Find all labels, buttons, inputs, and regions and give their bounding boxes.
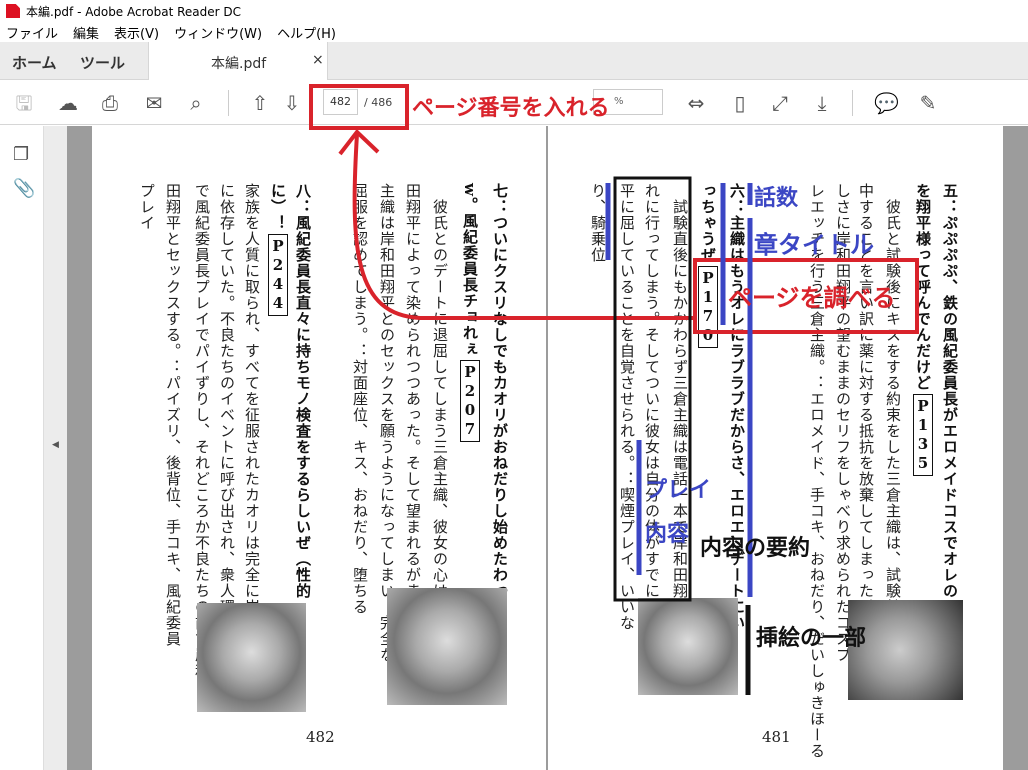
enter-page-annotation: ページ番号を入れる — [412, 96, 610, 121]
check-page-annotation: ページを調べる — [728, 284, 896, 312]
chapter-title-annotation: 章タイトル — [754, 231, 874, 259]
page-input-highlight-box — [309, 84, 409, 130]
illustration-annotation: 挿絵の一部 — [756, 626, 867, 651]
episode-annotation: 話数 — [754, 186, 799, 211]
annotation-arrow — [352, 133, 695, 320]
play-content-annotation: 内容 — [645, 522, 690, 547]
summary-annotation: 内容の要約 — [700, 536, 811, 561]
play-content-annotation: プレイ — [645, 478, 712, 503]
arrow-head — [338, 129, 380, 156]
